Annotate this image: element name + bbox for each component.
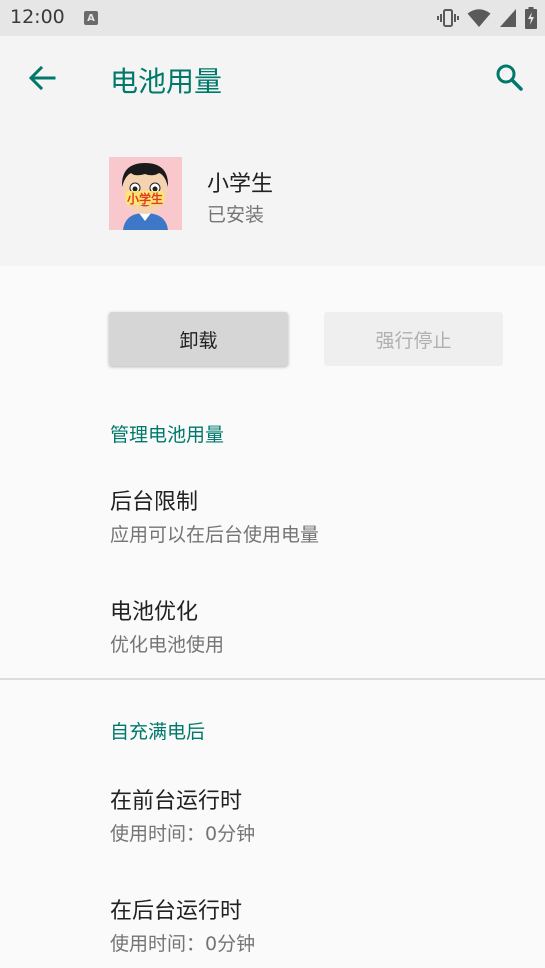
app-icon-text: 小学生 (127, 191, 163, 206)
app-install-status: 已安装 (207, 204, 265, 226)
item-summary: 使用时间：0分钟 (110, 823, 256, 845)
status-time: 12:00 (10, 6, 65, 28)
page-title: 电池用量 (110, 65, 223, 98)
item-summary: 应用可以在后台使用电量 (110, 524, 320, 546)
app-icon: 小学生 (109, 157, 182, 230)
back-button[interactable] (24, 62, 60, 98)
list-item-foreground-usage[interactable]: 在前台运行时 使用时间：0分钟 (0, 783, 545, 879)
uninstall-button[interactable]: 卸载 (109, 312, 288, 366)
item-summary: 使用时间：0分钟 (110, 933, 256, 955)
status-icons (437, 7, 537, 29)
battery-charging-icon (525, 7, 537, 29)
wifi-icon (467, 8, 491, 28)
vibrate-icon (437, 8, 459, 28)
app-bar: 电池用量 (0, 36, 545, 124)
list-item-battery-optimization[interactable]: 电池优化 优化电池使用 (0, 594, 545, 690)
section-header-manage-battery: 管理电池用量 (110, 424, 225, 446)
search-button[interactable] (491, 61, 527, 97)
signal-icon (499, 8, 517, 28)
notification-app-icon: A (84, 11, 98, 25)
item-title: 后台限制 (110, 490, 199, 515)
list-item-background-restriction[interactable]: 后台限制 应用可以在后台使用电量 (0, 484, 545, 580)
search-icon (495, 63, 523, 95)
section-header-since-full-charge: 自充满电后 (110, 721, 206, 743)
divider (0, 678, 545, 680)
item-title: 在后台运行时 (110, 899, 243, 924)
item-title: 在前台运行时 (110, 789, 243, 814)
app-name: 小学生 (207, 172, 274, 197)
arrow-back-icon (28, 64, 56, 96)
status-bar: 12:00 A (0, 0, 545, 36)
app-header: 小学生 小学生 已安装 (0, 124, 545, 266)
list-item-background-usage[interactable]: 在后台运行时 使用时间：0分钟 (0, 893, 545, 968)
item-summary: 优化电池使用 (110, 634, 225, 656)
force-stop-button[interactable]: 强行停止 (324, 312, 503, 366)
item-title: 电池优化 (110, 600, 199, 625)
